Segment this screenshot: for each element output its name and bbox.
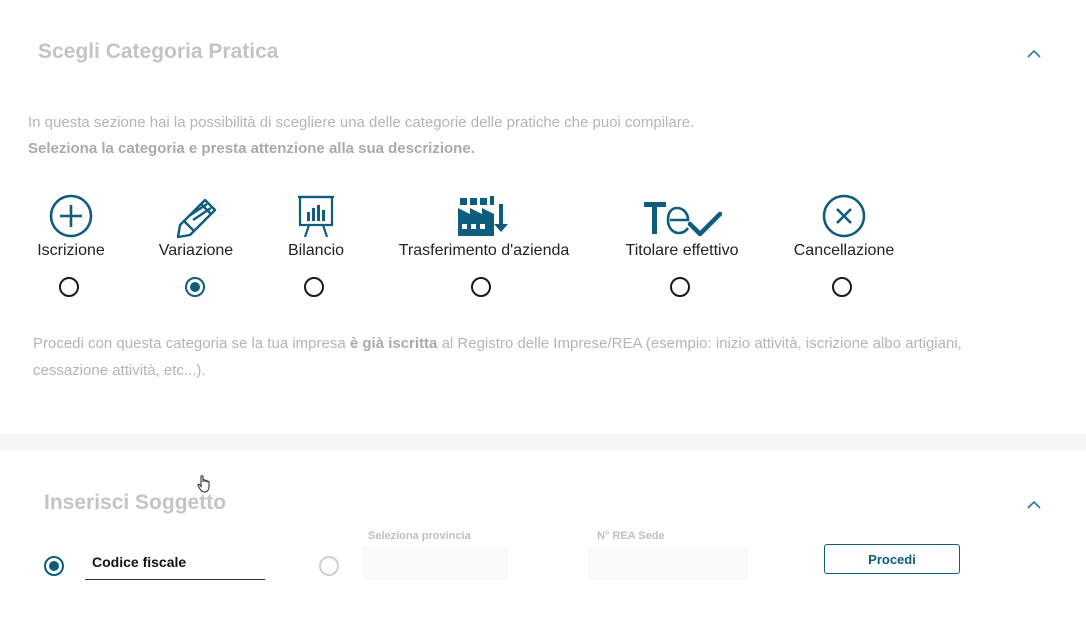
plus-circle-icon [49,194,93,238]
chevron-up-icon[interactable] [1026,499,1042,511]
provincia-label: Seleziona provincia [368,530,471,542]
category-label: Cancellazione [793,242,895,259]
presentation-chart-icon [298,195,334,238]
codice-fiscale-field[interactable]: Codice fiscale [92,554,186,570]
category-label: Trasferimento d'azienda [398,242,570,259]
radio-variazione[interactable] [185,277,205,297]
subject-panel-title: Inserisci Soggetto [44,491,227,514]
category-label: Variazione [158,242,234,259]
codice-fiscale-underline [85,579,265,580]
radio-provincia-rea[interactable] [319,556,339,576]
text-check-icon [644,202,722,237]
category-description: Procedi con questa categoria se la tua i… [33,335,962,379]
radio-cancellazione[interactable] [832,277,852,297]
factory-transfer-icon [458,196,508,236]
intro-line-1: In questa sezione hai la possibilità di … [28,114,695,131]
radio-iscrizione[interactable] [59,277,79,297]
procedi-button[interactable]: Procedi [824,544,960,574]
x-circle-icon [822,194,866,238]
radio-trasferimento[interactable] [471,277,491,297]
pencil-icon [176,198,217,239]
chevron-up-icon[interactable] [1026,48,1042,60]
intro-line-2: Seleziona la categoria e presta attenzio… [28,140,475,157]
subject-panel [0,450,1086,630]
rea-input[interactable] [588,546,748,580]
category-intro: In questa sezione hai la possibilità di … [28,110,694,162]
radio-bilancio[interactable] [304,277,324,297]
hand-cursor-icon [197,475,210,493]
radio-codice-fiscale[interactable] [44,556,64,576]
category-label: Bilancio [287,242,345,259]
rea-label: N° REA Sede [597,530,665,542]
category-panel-title: Scegli Categoria Pratica [38,40,279,63]
category-label: Iscrizione [37,242,105,259]
category-panel: Scegli Categoria Pratica In questa sezio… [0,0,1086,434]
radio-titolare[interactable] [670,277,690,297]
provincia-select[interactable] [362,546,508,580]
category-label: Titolare effettivo [625,242,739,259]
